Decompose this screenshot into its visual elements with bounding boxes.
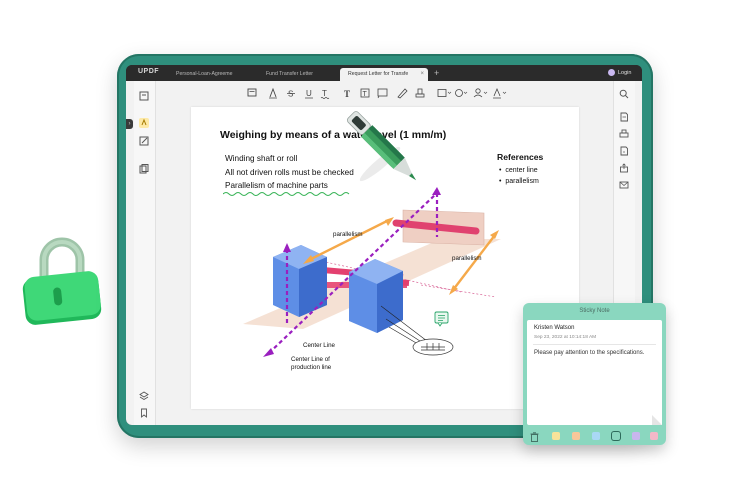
label-center-line-production-1: Center Line of	[291, 356, 330, 363]
thumbnails-icon[interactable]	[139, 91, 149, 101]
note-icon[interactable]	[247, 88, 257, 97]
sticky-note-header: Sticky Note	[579, 308, 610, 314]
color-swatch-green[interactable]	[612, 432, 620, 440]
tab-label: Fund Transfer Letter	[266, 71, 313, 77]
color-swatch-blue[interactable]	[592, 432, 600, 440]
strikethrough-icon[interactable]: S	[288, 90, 293, 99]
sticky-note-toolbar	[523, 427, 666, 445]
sticky-note-author: Kristen Watson	[534, 325, 575, 331]
organize-icon[interactable]	[139, 164, 149, 174]
close-tab-icon[interactable]: ×	[420, 68, 424, 81]
sticky-note-date: Sep 23, 2022 at 10:14:18 AM	[534, 335, 597, 340]
pencil-icon[interactable]	[397, 88, 408, 99]
color-swatch-pink[interactable]	[650, 432, 658, 440]
stamp-icon[interactable]	[415, 88, 425, 98]
ocr-icon[interactable]	[619, 112, 629, 122]
signature-icon[interactable]	[473, 88, 488, 98]
svg-text:T: T	[363, 91, 368, 98]
highlight-icon[interactable]	[269, 87, 277, 99]
title-bar: UPDF Personal-Loan-Agreeme Fund Transfer…	[126, 65, 642, 81]
sticky-note-body[interactable]: Kristen Watson Sep 23, 2022 at 10:14:18 …	[527, 320, 662, 425]
tab-personal-loan[interactable]: Personal-Loan-Agreeme	[168, 68, 248, 81]
lock-icon	[22, 237, 102, 325]
email-icon[interactable]	[619, 180, 629, 190]
search-icon[interactable]	[619, 89, 629, 99]
pen-icon	[346, 111, 417, 182]
text-callout-icon[interactable]	[377, 88, 388, 99]
squiggly-icon[interactable]: T	[322, 89, 327, 98]
edit-tool-icon[interactable]	[139, 136, 149, 146]
app-logo: UPDF	[138, 68, 160, 75]
left-sidebar	[134, 81, 156, 425]
new-tab-button[interactable]: +	[434, 68, 439, 79]
color-swatch-orange[interactable]	[572, 432, 580, 440]
label-center-line: Center Line	[303, 342, 335, 349]
print-icon[interactable]	[619, 129, 629, 139]
sticky-note-text[interactable]: Please pay attention to the specificatio…	[534, 349, 652, 358]
login-button[interactable]: Login	[608, 69, 631, 76]
divider	[533, 344, 656, 345]
tab-label: Request Letter for Transfe	[348, 71, 409, 77]
label-parallelism-right: parallelism	[452, 255, 482, 262]
comment-tool-icon[interactable]	[139, 118, 149, 128]
tab-request-letter[interactable]: Request Letter for Transfe ×	[340, 68, 428, 81]
label-parallelism-top: parallelism	[333, 231, 363, 238]
login-label: Login	[618, 69, 632, 76]
annotation-toolbar: S U T T T	[247, 87, 507, 99]
tab-label: Personal-Loan-Agreeme	[176, 71, 233, 77]
parallelism-arrow-top	[306, 218, 390, 263]
sticky-note[interactable]: Sticky Note Kristen Watson Sep 23, 2022 …	[523, 303, 666, 445]
share-icon[interactable]	[619, 163, 629, 173]
bookmark-icon[interactable]	[139, 408, 149, 418]
collapse-panel-icon[interactable]: ›	[126, 119, 133, 129]
tab-fund-transfer[interactable]: Fund Transfer Letter	[258, 68, 338, 81]
layers-icon[interactable]	[139, 391, 149, 401]
trash-icon[interactable]	[530, 432, 539, 442]
shape-icon[interactable]	[437, 89, 452, 97]
draw-icon[interactable]	[455, 89, 468, 97]
text-tool-icon[interactable]: T	[344, 89, 350, 99]
convert-icon[interactable]	[619, 146, 629, 156]
page-fold	[652, 415, 662, 425]
color-swatch-purple[interactable]	[632, 432, 640, 440]
comment-icon[interactable]	[434, 311, 449, 327]
textbox-icon[interactable]: T	[360, 88, 370, 98]
label-center-line-production-2: production line	[291, 364, 332, 371]
color-swatch-yellow[interactable]	[552, 432, 560, 440]
underline-icon[interactable]: U	[306, 89, 312, 98]
avatar	[608, 69, 615, 76]
pen-color-icon[interactable]	[493, 87, 507, 99]
